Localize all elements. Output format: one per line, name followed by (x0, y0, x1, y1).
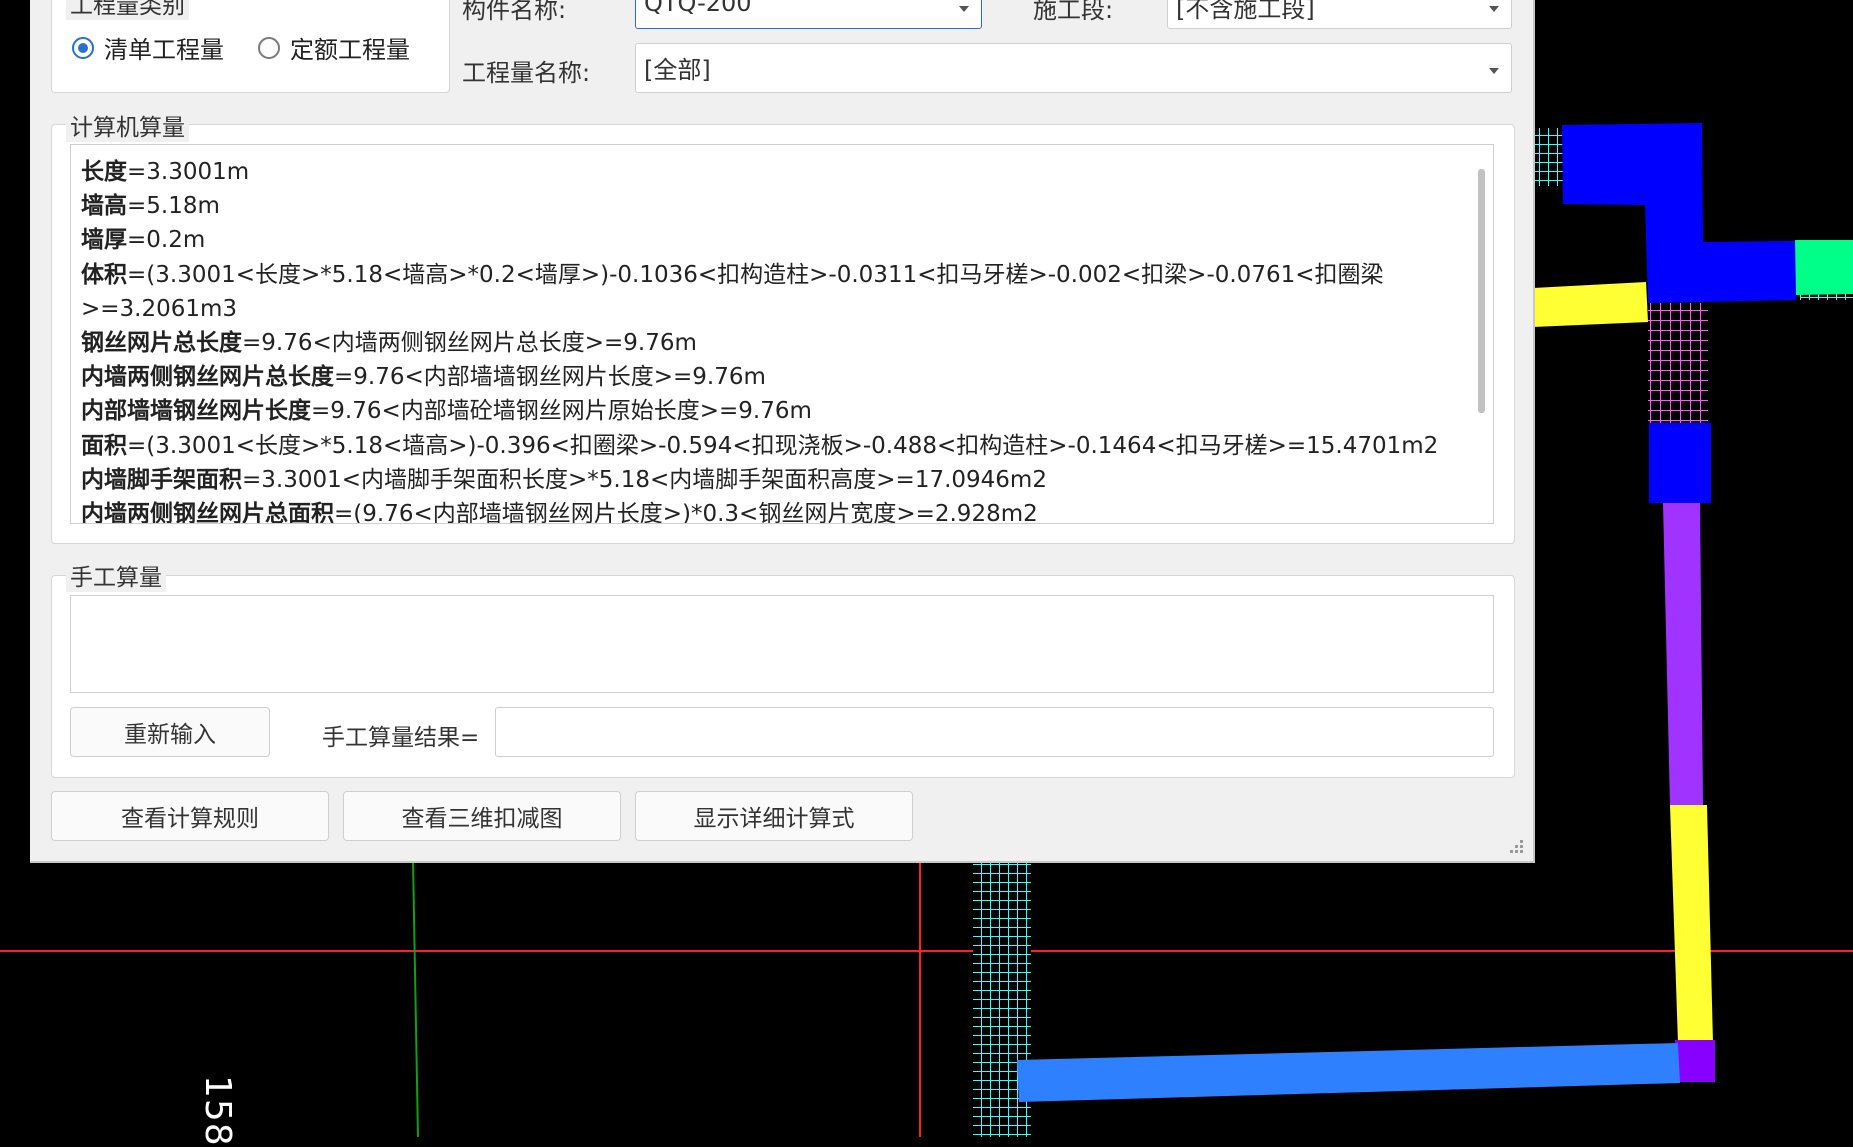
chevron-down-icon (1489, 5, 1499, 12)
calc-line: 内墙两侧钢丝网片总面积=(9.76<内部墙墙钢丝网片长度>)*0.3<钢丝网片宽… (81, 497, 1465, 524)
reenter-button[interactable]: 重新输入 (70, 707, 270, 757)
wall-purple (1663, 503, 1703, 805)
quantity-type-group-title: 工程量类别 (66, 0, 189, 20)
calc-line-expr: =(3.3001<长度>*5.18<墙高>*0.2<墙厚>)-0.1036<扣构… (81, 261, 1384, 322)
wall-lightblue-bottom (1017, 1043, 1680, 1102)
mesh-small-top (1535, 128, 1563, 186)
calc-line-name: 内部墙墙钢丝网片长度 (81, 398, 311, 425)
calc-line: 墙厚=0.2m (81, 223, 1465, 257)
construction-section-combo[interactable]: [不含施工段] (1167, 0, 1512, 29)
component-name-combo[interactable]: QTQ-200 (635, 0, 982, 29)
calc-line: 体积=(3.3001<长度>*5.18<墙高>*0.2<墙厚>)-0.1036<… (81, 258, 1465, 326)
calc-line-name: 内墙脚手架面积 (81, 466, 242, 493)
calc-line-expr: =9.76<内部墙墙钢丝网片长度>=9.76m (334, 364, 766, 391)
calc-line-name: 墙高 (81, 193, 127, 220)
calc-line-expr: =(3.3001<长度>*5.18<墙高>)-0.396<扣圈梁>-0.594<… (127, 432, 1439, 459)
wall-blue-block (1649, 423, 1711, 503)
calc-line-name: 内墙两侧钢丝网片总长度 (81, 364, 334, 391)
chevron-down-icon (959, 5, 969, 12)
dimension-text: 158 (197, 1075, 238, 1147)
calc-line: 长度=3.3001m (81, 155, 1465, 189)
calc-line: 内部墙墙钢丝网片长度=9.76<内部墙砼墙钢丝网片原始长度>=9.76m (81, 394, 1465, 428)
quantity-name-label: 工程量名称: (462, 59, 591, 87)
component-name-value: QTQ-200 (644, 0, 752, 17)
radio-unchecked-icon (258, 36, 280, 59)
calc-line: 墙高=5.18m (81, 189, 1465, 223)
manual-calc-textarea[interactable] (70, 595, 1494, 693)
chevron-down-icon (1489, 68, 1499, 74)
radio-bill-quantity-label: 清单工程量 (104, 36, 224, 64)
calc-line-expr: =9.76<内部墙砼墙钢丝网片原始长度>=9.76m (311, 398, 812, 425)
radio-quota-quantity-label: 定额工程量 (290, 36, 410, 64)
construction-section-label: 施工段: (1033, 0, 1114, 24)
calc-line-expr: =0.2m (127, 227, 206, 254)
manual-result-label: 手工算量结果= (322, 725, 480, 751)
calc-line-name: 长度 (81, 159, 127, 185)
view-rules-button[interactable]: 查看计算规则 (51, 791, 329, 841)
radio-quota-quantity[interactable]: 定额工程量 (258, 30, 410, 65)
component-name-label: 构件名称: (462, 0, 567, 24)
wall-blue-top (1562, 123, 1796, 303)
calc-line-name: 墙厚 (81, 227, 127, 254)
computer-calc-textarea[interactable]: 长度=3.3001m 墙高=5.18m 墙厚=0.2m 体积=(3.3001<长度>*… (70, 144, 1494, 524)
calc-line-name: 内墙两侧钢丝网片总面积 (81, 501, 334, 524)
computer-calc-title: 计算机算量 (66, 108, 189, 142)
construction-section-value: [不含施工段] (1176, 0, 1315, 23)
calc-line-name: 钢丝网片总长度 (81, 330, 242, 357)
calc-line: 内墙两侧钢丝网片总长度=9.76<内部墙墙钢丝网片长度>=9.76m (81, 360, 1465, 394)
calc-line-name: 面积 (81, 432, 127, 459)
wall-purple-corner (1675, 1040, 1715, 1082)
wall-yellow-right (1670, 805, 1713, 1043)
calculation-dialog: 工程量类别 清单工程量 定额工程量 构件名称: QTQ-200 施工段: [不含… (30, 0, 1535, 863)
quantity-name-value: [全部] (644, 56, 711, 84)
wall-yellow-left (1533, 282, 1648, 327)
scrollbar-thumb[interactable] (1478, 169, 1485, 413)
show-detail-button[interactable]: 显示详细计算式 (635, 791, 913, 841)
radio-bill-quantity[interactable]: 清单工程量 (72, 30, 224, 65)
calc-line-name: 体积 (81, 261, 127, 288)
calc-line-expr: =9.76<内墙两侧钢丝网片总长度>=9.76m (242, 330, 697, 357)
resize-grip-icon[interactable] (1509, 839, 1523, 853)
mesh-magenta (1648, 303, 1708, 423)
calc-line-expr: =5.18m (127, 193, 220, 220)
calc-line: 钢丝网片总长度=9.76<内墙两侧钢丝网片总长度>=9.76m (81, 326, 1465, 360)
axis-line-vertical-green (412, 859, 419, 1137)
calc-line-expr: =3.3001m (127, 159, 250, 185)
calc-line-expr: =(9.76<内部墙墙钢丝网片长度>)*0.3<钢丝网片宽度>=2.928m2 (334, 501, 1038, 524)
wall-green (1795, 240, 1853, 295)
quantity-name-combo[interactable]: [全部] (635, 43, 1512, 93)
radio-checked-icon (72, 36, 94, 59)
manual-calc-title: 手工算量 (66, 558, 166, 592)
calc-line: 面积=(3.3001<长度>*5.18<墙高>)-0.396<扣圈梁>-0.59… (81, 429, 1465, 463)
calc-line: 内墙脚手架面积=3.3001<内墙脚手架面积长度>*5.18<内墙脚手架面积高度… (81, 463, 1465, 497)
calc-lines: 长度=3.3001m 墙高=5.18m 墙厚=0.2m 体积=(3.3001<长度>*… (81, 155, 1465, 524)
manual-result-input[interactable] (495, 707, 1494, 757)
view-3d-button[interactable]: 查看三维扣减图 (343, 791, 621, 841)
calc-line-expr: =3.3001<内墙脚手架面积长度>*5.18<内墙脚手架面积高度>=17.09… (242, 466, 1047, 493)
